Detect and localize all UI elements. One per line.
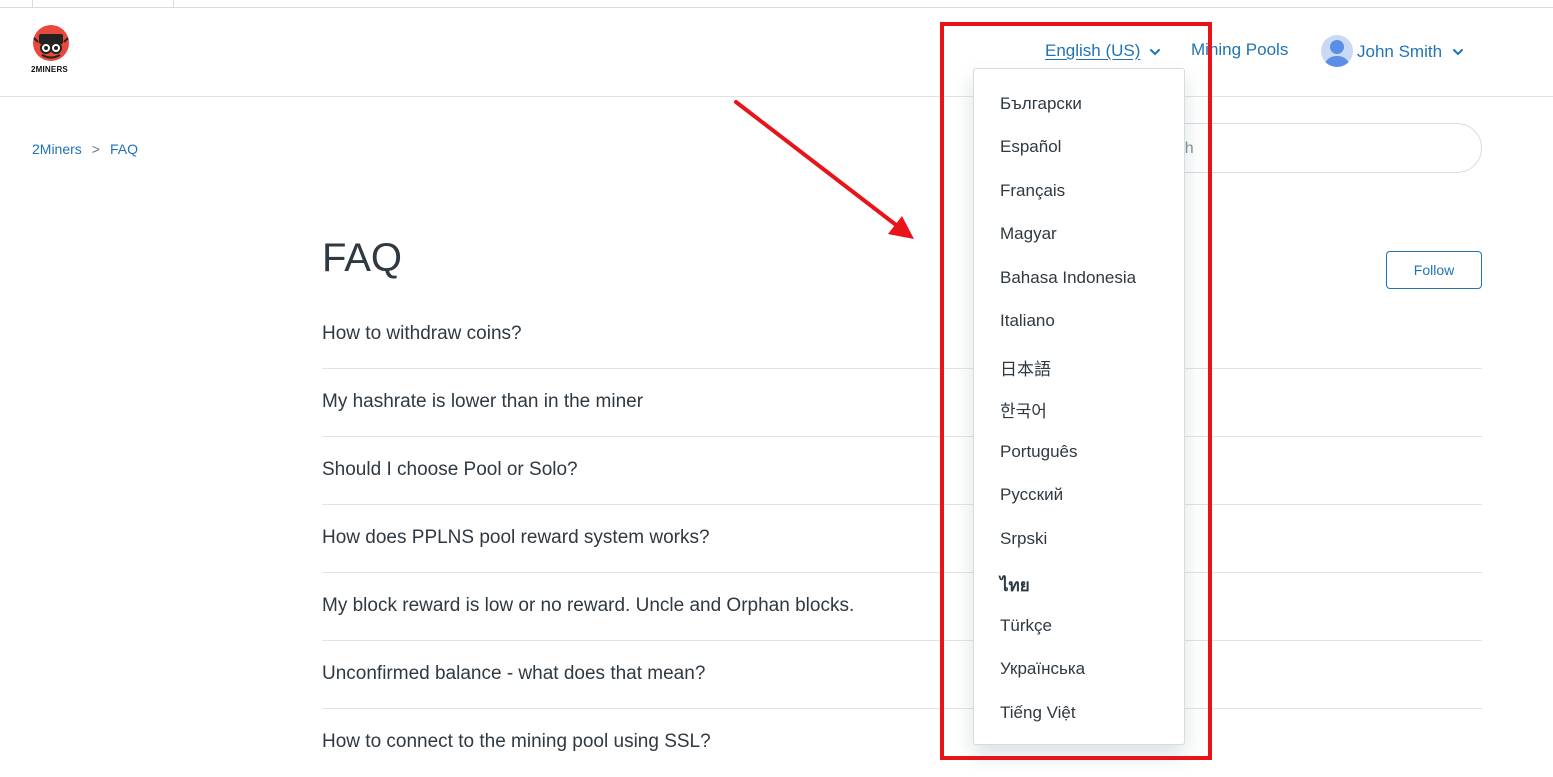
language-option-russian[interactable]: Русский [1000, 485, 1063, 505]
language-option-portuguese[interactable]: Português [1000, 442, 1078, 462]
browser-top-strip [0, 0, 1553, 8]
page-title: FAQ [322, 236, 403, 280]
article-link[interactable]: Should I choose Pool or Solo? [322, 459, 578, 481]
language-option-bulgarian[interactable]: Български [1000, 94, 1082, 114]
article-link[interactable]: Unconfirmed balance - what does that mea… [322, 663, 705, 685]
language-option-japanese[interactable]: 日本語 [1000, 355, 1051, 380]
language-option-french[interactable]: Français [1000, 181, 1065, 201]
language-option-serbian[interactable]: Srpski [1000, 529, 1047, 549]
article-link[interactable]: How to withdraw coins? [322, 323, 522, 345]
list-item: How does PPLNS pool reward system works? [322, 505, 1482, 573]
user-avatar-icon[interactable] [1321, 35, 1353, 67]
follow-button[interactable]: Follow [1386, 251, 1482, 289]
avatar-silhouette-icon [1325, 40, 1349, 67]
language-option-hungarian[interactable]: Magyar [1000, 224, 1057, 244]
language-selector[interactable]: English (US) [1045, 41, 1140, 61]
breadcrumb: 2Miners > FAQ [32, 141, 138, 157]
breadcrumb-home[interactable]: 2Miners [32, 141, 82, 157]
article-link[interactable]: How does PPLNS pool reward system works? [322, 527, 710, 549]
list-item: Unconfirmed balance - what does that mea… [322, 641, 1482, 709]
language-option-indonesian[interactable]: Bahasa Indonesia [1000, 268, 1136, 288]
list-item: Should I choose Pool or Solo? [322, 437, 1482, 505]
language-option-vietnamese[interactable]: Tiếng Việt [1000, 703, 1076, 723]
annotation-arrow-icon [734, 100, 914, 239]
language-dropdown-menu: Български Español Français Magyar Bahasa… [973, 68, 1185, 745]
list-item: My hashrate is lower than in the miner [322, 369, 1482, 437]
list-item: How to connect to the mining pool using … [322, 709, 1482, 777]
language-option-korean[interactable]: 한국어 [1000, 397, 1047, 422]
article-link[interactable]: My hashrate is lower than in the miner [322, 391, 643, 413]
top-strip-segment [0, 0, 33, 7]
top-strip-segment [33, 0, 174, 7]
chevron-down-icon[interactable] [1452, 46, 1464, 58]
chevron-down-icon[interactable] [1149, 46, 1161, 58]
language-option-turkish[interactable]: Türkçe [1000, 616, 1052, 636]
article-link[interactable]: How to connect to the mining pool using … [322, 731, 711, 753]
site-header: 2MINERS English (US) Mining Pools John S… [0, 8, 1553, 97]
language-option-thai[interactable]: ไทย [1000, 572, 1030, 599]
article-link[interactable]: My block reward is low or no reward. Unc… [322, 595, 854, 617]
search-input[interactable] [1141, 136, 1465, 162]
breadcrumb-faq[interactable]: FAQ [110, 141, 138, 157]
list-item: My block reward is low or no reward. Unc… [322, 573, 1482, 641]
list-item: How to withdraw coins? [322, 301, 1482, 369]
language-option-ukrainian[interactable]: Українська [1000, 659, 1085, 679]
breadcrumb-separator: > [91, 141, 100, 157]
logo-wordmark: 2MINERS [31, 65, 68, 74]
user-menu-name[interactable]: John Smith [1357, 42, 1442, 62]
article-list: How to withdraw coins? My hashrate is lo… [322, 301, 1482, 777]
language-option-spanish[interactable]: Español [1000, 137, 1061, 157]
language-option-italian[interactable]: Italiano [1000, 311, 1055, 331]
nav-mining-pools[interactable]: Mining Pools [1191, 40, 1288, 60]
